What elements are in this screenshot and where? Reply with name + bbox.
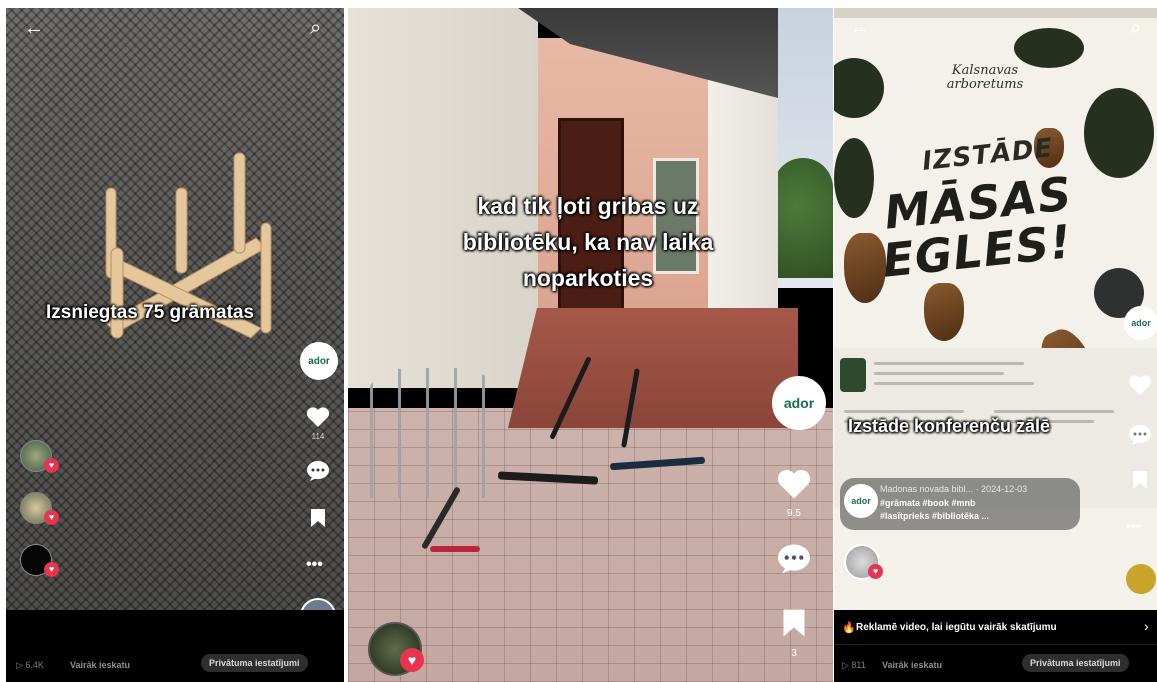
hashtags-line[interactable]: #grāmata #book #mnb <box>880 498 976 508</box>
back-arrow-icon[interactable]: ← <box>850 18 870 38</box>
more-insights-link[interactable]: Vairāk ieskatu <box>70 660 130 670</box>
poster-text-line <box>994 410 1114 413</box>
heart-badge-icon: ♥ <box>44 458 59 473</box>
profile-avatar[interactable]: ador <box>1124 306 1157 340</box>
scooter-grip <box>430 546 480 552</box>
poster-text-line <box>874 372 1004 375</box>
caption-line: noparkoties <box>522 265 654 291</box>
back-arrow-icon[interactable]: ← <box>24 18 44 38</box>
heart-icon[interactable] <box>306 406 330 428</box>
branch-decoration <box>834 138 874 218</box>
branch-decoration <box>1014 28 1084 68</box>
poster-logo <box>840 358 866 392</box>
video-panel-2[interactable]: kad tik ļoti gribas uz bibliotēku, ka na… <box>348 8 833 682</box>
heart-badge-icon: ♥ <box>400 648 424 672</box>
author-avatar[interactable]: ador <box>844 484 878 518</box>
bookmark-icon[interactable] <box>310 508 326 528</box>
privacy-settings-button[interactable]: Privātuma iestatījumi <box>201 654 308 672</box>
sound-avatar[interactable] <box>1126 564 1156 594</box>
comment-icon[interactable] <box>1128 424 1152 446</box>
comment-icon[interactable] <box>776 543 812 575</box>
video-caption: Izsniegtas 75 grāmatas <box>46 302 255 323</box>
search-icon[interactable]: ⌕ <box>310 18 321 38</box>
heart-badge-icon: ♥ <box>44 562 59 577</box>
entrance-steps <box>508 308 798 428</box>
flame-icon: 🔥 <box>842 622 856 634</box>
hashtags-line[interactable]: #lasītprieks #bibliotēka ... <box>880 511 989 521</box>
pine-cone-image <box>924 283 964 341</box>
branch-decoration <box>1084 88 1154 178</box>
video-caption: kad tik ļoti gribas uz bibliotēku, ka na… <box>388 188 788 296</box>
search-icon[interactable]: ⌕ <box>1130 18 1141 38</box>
heart-icon[interactable] <box>776 468 812 500</box>
more-insights-link[interactable]: Vairāk ieskatu <box>882 660 942 670</box>
poster-text-line <box>874 382 1034 385</box>
poster-org: Kalsnavas arboretums <box>946 63 1024 92</box>
branch-decoration <box>834 58 884 118</box>
bookmark-icon[interactable] <box>1132 470 1148 490</box>
more-dots-icon[interactable]: ••• <box>1126 518 1141 534</box>
save-count: 3 <box>791 648 797 659</box>
more-dots-icon[interactable]: ••• <box>306 556 323 574</box>
bookmark-icon[interactable] <box>782 608 806 638</box>
promote-banner[interactable]: 🔥 Reklamē video, lai iegūtu vairāk skatī… <box>834 612 1157 645</box>
heart-badge-icon: ♥ <box>44 510 59 525</box>
views-count: ▷ 811 <box>842 660 866 670</box>
chevron-right-icon[interactable]: › <box>1144 618 1149 634</box>
promote-text[interactable]: Reklamē video, lai iegūtu vairāk skatīju… <box>856 622 1057 633</box>
heart-badge-icon: ♥ <box>868 564 883 579</box>
video-panel-1[interactable]: ← ⌕ Izsniegtas 75 grāmatas ador 114 ••• … <box>6 8 344 682</box>
profile-avatar[interactable]: ador <box>772 376 826 430</box>
pine-cone-image <box>844 233 886 303</box>
bike-racks <box>358 368 508 498</box>
post-info-card[interactable]: ador Madonas novada bibl... · 2024-12-03… <box>840 478 1080 530</box>
profile-avatar[interactable]: ador <box>300 342 338 380</box>
author-line[interactable]: Madonas novada bibl... · 2024-12-03 <box>880 484 1027 494</box>
poster-text-line <box>844 410 964 413</box>
heart-icon[interactable] <box>1128 374 1152 396</box>
video-caption: Izstāde konferenču zālē <box>848 416 1051 436</box>
caption-line: bibliotēku, ka nav laika <box>462 229 714 255</box>
poster-text-line <box>874 362 1024 365</box>
like-count: 114 <box>311 432 325 441</box>
privacy-settings-button[interactable]: Privātuma iestatījumi <box>1022 654 1129 672</box>
like-count: 9.5 <box>787 508 801 519</box>
comment-icon[interactable] <box>306 460 330 482</box>
views-count: ▷ 6.4K <box>16 660 44 670</box>
video-panel-3[interactable]: Kalsnavas arboretums IZSTĀDE MĀSAS EGLES… <box>834 8 1157 682</box>
caption-line: kad tik ļoti gribas uz <box>477 193 699 219</box>
